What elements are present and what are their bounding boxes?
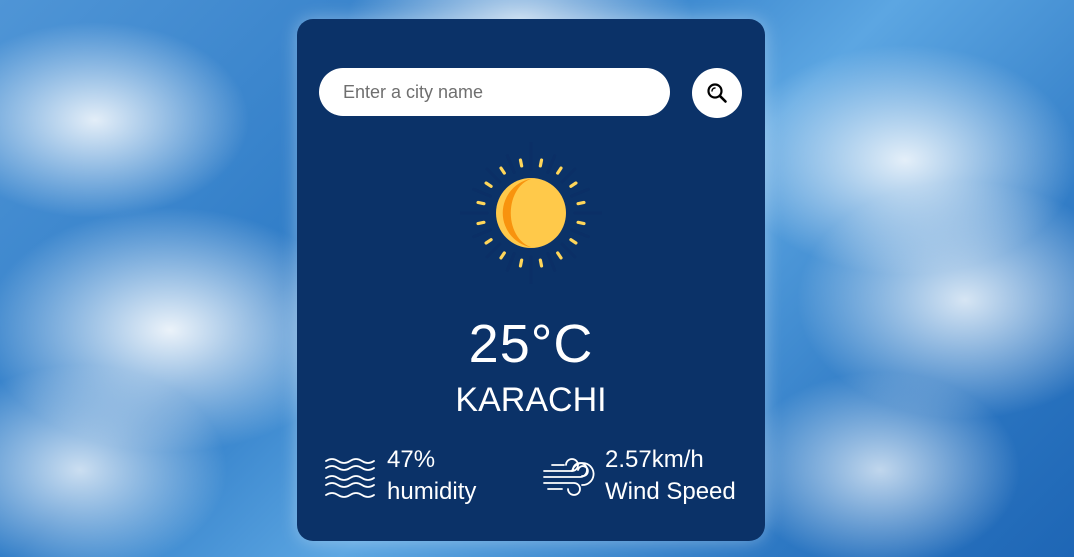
sun-ray bbox=[485, 242, 502, 259]
wind-detail: 2.57km/h Wind Speed bbox=[542, 444, 736, 508]
wind-icon bbox=[543, 457, 595, 496]
page-background: { "search": { "placeholder": "Enter a ci… bbox=[0, 0, 1074, 557]
sun-ray bbox=[485, 167, 502, 184]
sun-ray-dash bbox=[576, 220, 586, 226]
sun-ray bbox=[472, 187, 492, 198]
sun-ray-dash bbox=[476, 200, 486, 206]
sun-ray-dash bbox=[538, 158, 544, 168]
sun-ray bbox=[560, 242, 577, 259]
sun-ray-dash bbox=[538, 258, 544, 268]
sun-ray-dash bbox=[569, 181, 578, 188]
sun-ray-dash bbox=[499, 251, 506, 260]
humidity-detail: 47% humidity bbox=[324, 444, 476, 508]
humidity-value: 47% bbox=[387, 446, 436, 473]
sun-ray-dash bbox=[518, 258, 524, 268]
sun-ray-dash bbox=[484, 238, 493, 245]
city-search-input[interactable] bbox=[319, 68, 670, 116]
search-button[interactable] bbox=[692, 68, 742, 118]
sun-ray-dash bbox=[556, 166, 563, 175]
search-bar bbox=[319, 68, 743, 118]
city-name: KARACHI bbox=[455, 381, 607, 419]
search-icon bbox=[707, 83, 727, 103]
sun-ray bbox=[546, 154, 557, 174]
sun-ray bbox=[546, 252, 557, 272]
sun-ray-dash bbox=[576, 200, 586, 206]
sun-ray-dash bbox=[476, 220, 486, 226]
weather-card: 25°C KARACHI 47% humidity bbox=[297, 19, 765, 541]
wind-speed-value: 2.57km/h bbox=[605, 446, 704, 473]
sun-ray bbox=[472, 228, 492, 239]
sun-ray-dash bbox=[569, 238, 578, 245]
sun-icon bbox=[460, 142, 602, 284]
sun-ray-dash bbox=[484, 181, 493, 188]
humidity-waves-icon bbox=[325, 457, 375, 498]
temperature-value: 25°C bbox=[468, 314, 594, 374]
sun-ray bbox=[505, 154, 516, 174]
humidity-label: humidity bbox=[387, 478, 477, 505]
sun-ray bbox=[570, 228, 590, 239]
sun-ray bbox=[560, 167, 577, 184]
sun-ray bbox=[505, 252, 516, 272]
sun-ray-dash bbox=[556, 251, 563, 260]
sun-ray bbox=[570, 187, 590, 198]
sun-ray-dash bbox=[518, 158, 524, 168]
wind-speed-label: Wind Speed bbox=[605, 478, 736, 505]
sun-ray-dash bbox=[499, 166, 506, 175]
